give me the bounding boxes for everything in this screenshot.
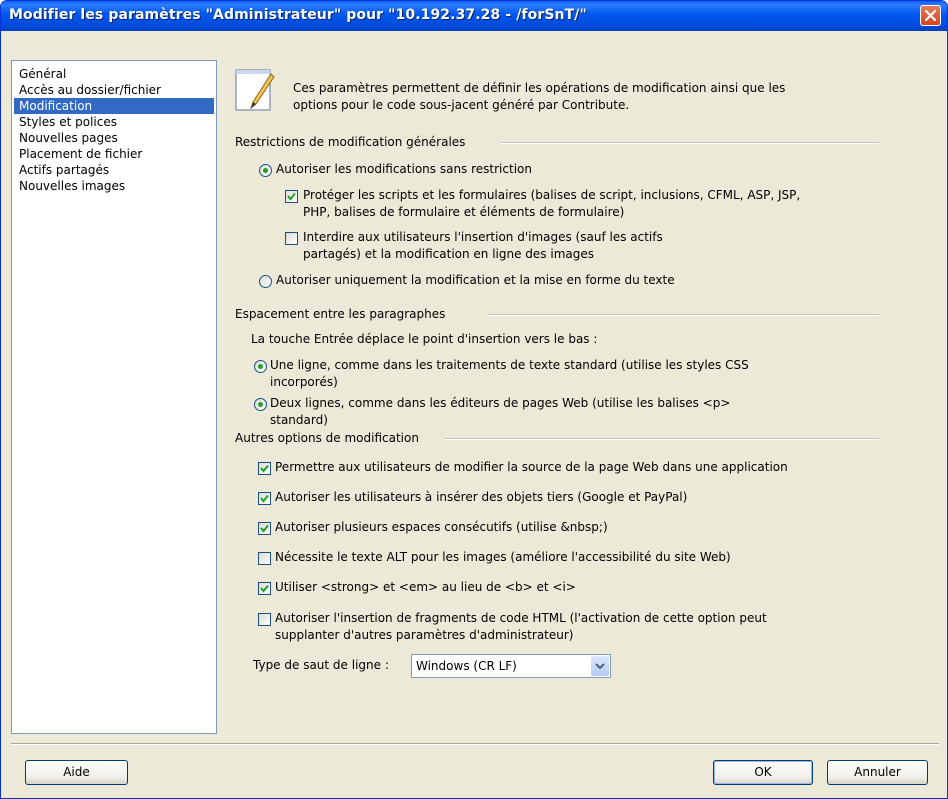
radio-one-line-label[interactable]: Une ligne, comme dans les traitements de…: [270, 357, 749, 391]
radio-two-lines[interactable]: [254, 398, 267, 411]
radio-unrestricted-label[interactable]: Autoriser les modifications sans restric…: [276, 161, 532, 178]
other-options-separator: [445, 438, 879, 440]
two-lines-line-2: standard): [270, 413, 328, 427]
checkbox-third-party-label[interactable]: Autoriser les utilisateurs à insérer des…: [275, 489, 687, 506]
forbid-images-line-2: partagés) et la modification en ligne de…: [303, 247, 594, 261]
settings-panel: Ces paramètres permettent de définir les…: [221, 60, 939, 734]
ok-button[interactable]: OK: [713, 760, 813, 785]
html-snippets-line-2: supplanter d'autres paramètres d'adminis…: [275, 628, 574, 642]
category-list[interactable]: Général Accès au dossier/fichier Modific…: [11, 60, 217, 734]
checkmark-icon: [260, 464, 269, 473]
other-options-section-title: Autres options de modification: [235, 431, 419, 445]
protect-scripts-line-1: Protéger les scripts et les formulaires …: [303, 188, 801, 202]
one-line-line-1: Une ligne, comme dans les traitements de…: [270, 358, 749, 372]
close-button[interactable]: [920, 5, 941, 26]
forbid-images-line-1: Interdire aux utilisateurs l'insertion d…: [303, 230, 663, 244]
checkmark-icon: [260, 524, 269, 533]
spacing-separator: [487, 314, 879, 316]
sidebar-item-general[interactable]: Général: [14, 66, 214, 82]
checkbox-third-party[interactable]: [258, 492, 271, 505]
description-text: Ces paramètres permettent de définir les…: [293, 80, 893, 114]
close-icon: [925, 10, 936, 21]
checkbox-strong-em[interactable]: [258, 582, 271, 595]
checkbox-multiple-spaces-label[interactable]: Autoriser plusieurs espaces consécutifs …: [275, 519, 608, 536]
sidebar-item-new-pages[interactable]: Nouvelles pages: [14, 130, 214, 146]
one-line-line-2: incorporés): [270, 375, 338, 389]
checkbox-edit-source-label[interactable]: Permettre aux utilisateurs de modifier l…: [275, 459, 788, 476]
help-button[interactable]: Aide: [25, 760, 128, 785]
html-snippets-line-1: Autoriser l'insertion de fragments de co…: [275, 611, 767, 625]
spacing-prompt: La touche Entrée déplace le point d'inse…: [251, 332, 598, 346]
sidebar-item-shared-assets[interactable]: Actifs partagés: [14, 162, 214, 178]
chevron-down-icon: [595, 663, 605, 670]
restrictions-section-title: Restrictions de modification générales: [235, 135, 466, 149]
checkmark-icon: [260, 494, 269, 503]
description-line-2: options pour le code sous-jacent généré …: [293, 98, 630, 112]
checkbox-edit-source[interactable]: [258, 462, 271, 475]
notepad-pencil-icon: [231, 66, 281, 114]
radio-text-only[interactable]: [259, 275, 272, 288]
sidebar-item-styles[interactable]: Styles et polices: [14, 114, 214, 130]
checkmark-icon: [260, 584, 269, 593]
footer-separator: [11, 743, 939, 745]
checkbox-html-snippets[interactable]: [258, 613, 271, 626]
linebreak-type-select[interactable]: Windows (CR LF): [411, 654, 611, 678]
protect-scripts-line-2: PHP, balises de formulaire et éléments d…: [303, 205, 625, 219]
cancel-button[interactable]: Annuler: [827, 760, 928, 785]
sidebar-item-modification[interactable]: Modification: [14, 98, 214, 114]
checkbox-protect-scripts-label[interactable]: Protéger les scripts et les formulaires …: [303, 187, 800, 221]
checkbox-multiple-spaces[interactable]: [258, 522, 271, 535]
checkbox-html-snippets-label[interactable]: Autoriser l'insertion de fragments de co…: [275, 610, 767, 644]
dropdown-button[interactable]: [591, 656, 609, 676]
restrictions-separator: [500, 142, 879, 144]
radio-unrestricted[interactable]: [259, 164, 272, 177]
radio-two-lines-label[interactable]: Deux lignes, comme dans les éditeurs de …: [270, 395, 730, 429]
two-lines-line-1: Deux lignes, comme dans les éditeurs de …: [270, 396, 731, 410]
sidebar-item-new-images[interactable]: Nouvelles images: [14, 178, 214, 194]
checkbox-alt-text[interactable]: [258, 552, 271, 565]
spacing-section-title: Espacement entre les paragraphes: [235, 307, 446, 321]
checkbox-strong-em-label[interactable]: Utiliser <strong> et <em> au lieu de <b>…: [275, 579, 576, 596]
linebreak-type-value: Windows (CR LF): [416, 659, 517, 673]
checkbox-alt-text-label[interactable]: Nécessite le texte ALT pour les images (…: [275, 549, 731, 566]
linebreak-type-label: Type de saut de ligne :: [253, 658, 389, 672]
sidebar-item-file-placement[interactable]: Placement de fichier: [14, 146, 214, 162]
window-title: Modifier les paramètres "Administrateur"…: [9, 7, 587, 23]
checkbox-forbid-images[interactable]: [285, 232, 298, 245]
title-bar[interactable]: Modifier les paramètres "Administrateur"…: [1, 1, 947, 31]
checkbox-forbid-images-label[interactable]: Interdire aux utilisateurs l'insertion d…: [303, 229, 663, 263]
description-line-1: Ces paramètres permettent de définir les…: [293, 81, 786, 95]
sidebar-item-folder-access[interactable]: Accès au dossier/fichier: [14, 82, 214, 98]
dialog-window: Modifier les paramètres "Administrateur"…: [0, 0, 948, 799]
radio-text-only-label[interactable]: Autoriser uniquement la modification et …: [276, 272, 675, 289]
checkmark-icon: [287, 192, 296, 201]
radio-one-line[interactable]: [254, 360, 267, 373]
checkbox-protect-scripts[interactable]: [285, 190, 298, 203]
